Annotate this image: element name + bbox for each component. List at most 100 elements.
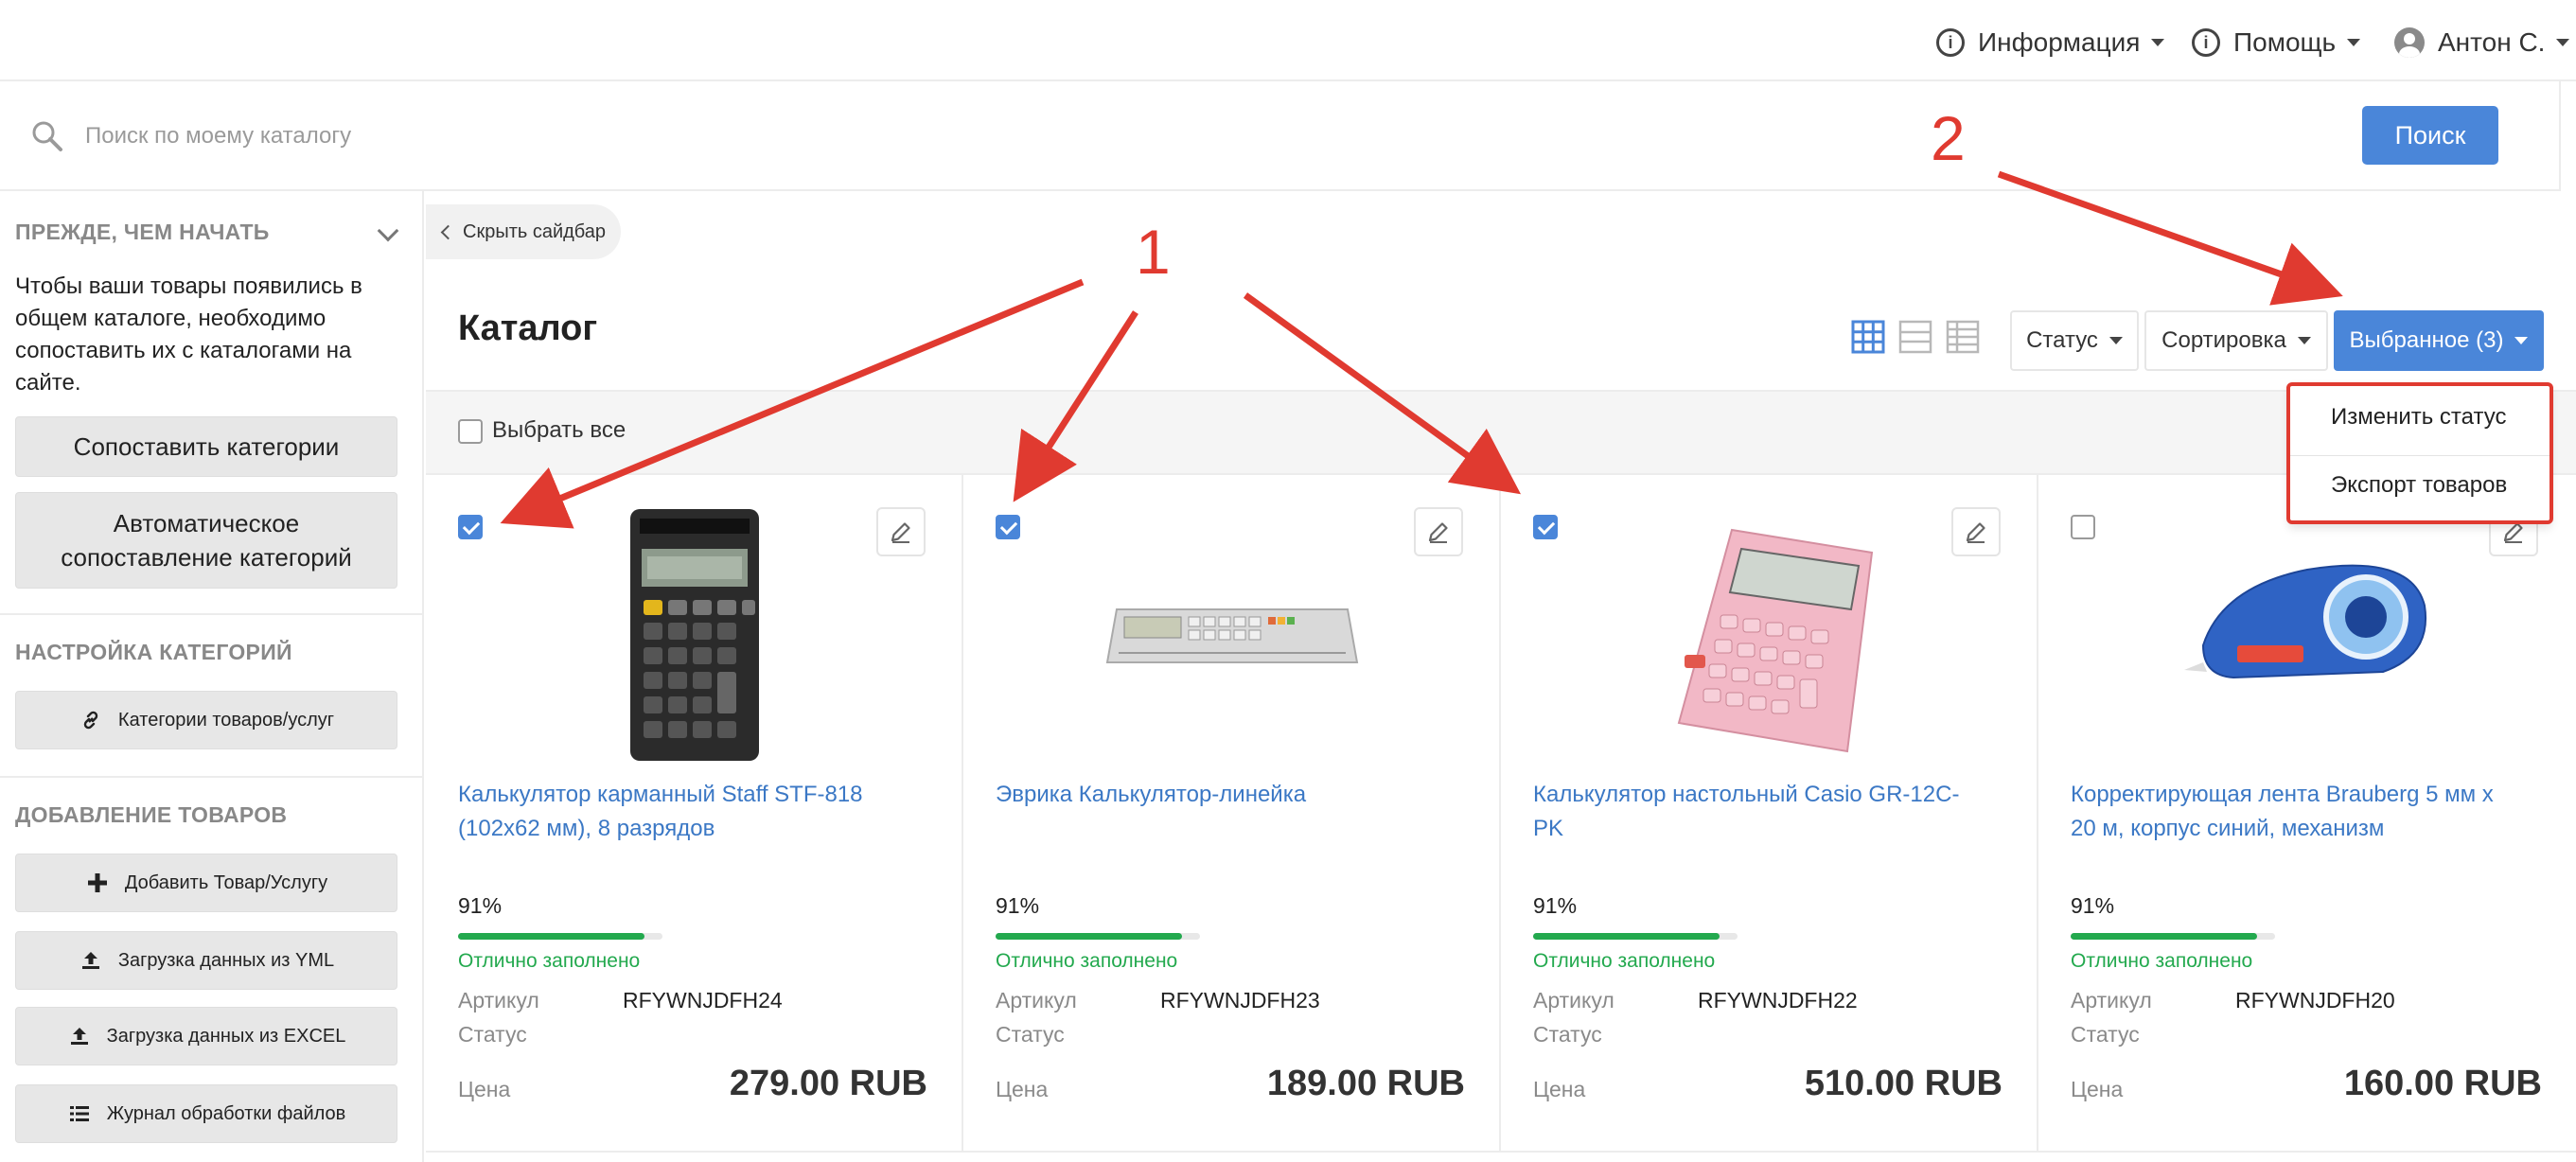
search-icon (32, 121, 62, 151)
list-icon (67, 1101, 92, 1126)
hide-sidebar-button[interactable]: Скрыть сайдбар (426, 204, 621, 259)
fill-progress-value (458, 933, 644, 940)
product-card: Эврика Калькулятор-линейка 91% Отлично з… (963, 475, 1501, 1153)
caret-down-icon (2347, 39, 2361, 46)
sku-value: RFYWNJDFH20 (2235, 988, 2395, 1012)
add-product-label: Добавить Товар/Услугу (124, 872, 328, 893)
list-view-icon[interactable] (1898, 320, 1932, 354)
pencil-icon (891, 522, 910, 543)
price-value: 279.00 RUB (729, 1064, 927, 1103)
avatar-icon (2394, 27, 2425, 58)
caret-down-icon (2108, 337, 2123, 344)
product-grid: Калькулятор карманный Staff STF-818 (102… (426, 475, 2576, 1162)
yml-upload-label: Загрузка данных из YML (117, 949, 335, 971)
status-label: Статус (2071, 1022, 2140, 1047)
add-product-button[interactable]: Добавить Товар/Услугу (15, 854, 397, 912)
price-label: Цена (996, 1077, 1049, 1101)
selected-items-button[interactable]: Выбранное (3) (2334, 310, 2544, 371)
file-log-label: Журнал обработки файлов (106, 1102, 346, 1124)
status-label: Статус (1533, 1022, 1602, 1047)
info-menu[interactable]: i Информация (1936, 23, 2165, 62)
status-filter-label: Статус (2026, 327, 2098, 353)
auto-match-categories-button[interactable]: Автоматическое сопоставление категорий (15, 492, 397, 589)
fill-progress-value (1533, 933, 1720, 940)
fill-progress-bar (2071, 933, 2275, 940)
help-menu[interactable]: i Помощь (2192, 23, 2361, 62)
status-label: Статус (996, 1022, 1065, 1047)
divider (2289, 455, 2550, 456)
product-categories-label: Категории товаров/услуг (117, 709, 335, 731)
product-checkbox[interactable] (458, 515, 483, 539)
product-title-link[interactable]: Калькулятор карманный Staff STF-818 (102… (458, 778, 903, 846)
price-value: 510.00 RUB (1804, 1064, 2003, 1103)
product-card: Корректирующая лента Brauberg 5 мм х 20 … (2038, 475, 2576, 1153)
match-categories-button[interactable]: Сопоставить категории (15, 416, 397, 477)
fill-progress-value (996, 933, 1182, 940)
search-input[interactable] (85, 110, 1505, 163)
fill-percent: 91% (996, 893, 1040, 918)
excel-upload-button[interactable]: Загрузка данных из EXCEL (15, 1007, 397, 1065)
link-icon (79, 708, 103, 732)
annotation-marker-1: 1 (1136, 217, 1171, 287)
fill-progress-bar (1533, 933, 1738, 940)
sidebar: ПРЕЖДЕ, ЧЕМ НАЧАТЬ Чтобы ваши товары поя… (0, 191, 424, 1162)
status-label: Статус (458, 1022, 527, 1047)
edit-button[interactable] (1951, 507, 2001, 556)
status-filter-button[interactable]: Статус (2010, 310, 2139, 371)
product-title-link[interactable]: Эврика Калькулятор-линейка (996, 778, 1440, 846)
caret-down-icon (2151, 39, 2165, 46)
sidebar-heading-add-products: ДОБАВЛЕНИЕ ТОВАРОВ (15, 802, 288, 827)
caret-down-icon (2556, 39, 2570, 46)
sku-value: RFYWNJDFH24 (623, 988, 783, 1012)
sidebar-heading-getting-started: ПРЕЖДЕ, ЧЕМ НАЧАТЬ (15, 220, 270, 244)
info-icon: i (2192, 28, 2220, 57)
sort-label: Сортировка (2161, 327, 2286, 353)
divider (0, 613, 422, 615)
price-label: Цена (2071, 1077, 2124, 1101)
product-categories-button[interactable]: Категории товаров/услуг (15, 691, 397, 749)
product-checkbox[interactable] (996, 515, 1020, 539)
product-checkbox[interactable] (1533, 515, 1558, 539)
change-status-menu-item[interactable]: Изменить статус (2331, 404, 2506, 431)
fill-status: Отлично заполнено (2071, 950, 2253, 972)
product-checkbox[interactable] (2071, 515, 2095, 539)
fill-percent: 91% (458, 893, 503, 918)
user-menu[interactable]: Антон С. (2394, 23, 2570, 62)
hide-sidebar-label: Скрыть сайдбар (463, 220, 607, 242)
annotation-marker-2: 2 (1931, 103, 1966, 173)
fill-percent: 91% (1533, 893, 1578, 918)
edit-button[interactable] (1414, 507, 1463, 556)
product-title-link[interactable]: Калькулятор настольный Casio GR-12C-PK (1533, 778, 1978, 846)
sku-label: Артикул (2071, 988, 2152, 1012)
selected-actions-dropdown: Изменить статус Экспорт товаров (2288, 384, 2551, 524)
price-label: Цена (1533, 1077, 1586, 1101)
fill-status: Отлично заполнено (458, 950, 641, 972)
excel-upload-label: Загрузка данных из EXCEL (106, 1025, 346, 1047)
divider (0, 776, 422, 778)
product-title-link[interactable]: Корректирующая лента Brauberg 5 мм х 20 … (2071, 778, 2515, 846)
product-image-correction-tape (2184, 564, 2426, 679)
sort-button[interactable]: Сортировка (2144, 310, 2328, 371)
grid-view-icon[interactable] (1851, 320, 1885, 354)
page-title: Каталог (458, 308, 598, 348)
price-value: 189.00 RUB (1266, 1064, 1465, 1103)
select-all-checkbox[interactable] (458, 419, 483, 444)
help-menu-label: Помощь (2233, 27, 2337, 57)
product-card: Калькулятор настольный Casio GR-12C-PK 9… (1501, 475, 2038, 1153)
sku-value: RFYWNJDFH23 (1160, 988, 1320, 1012)
caret-down-icon (2514, 337, 2529, 344)
sidebar-intro-text: Чтобы ваши товары появились в общем ката… (15, 273, 362, 396)
info-menu-label: Информация (1978, 27, 2141, 57)
auto-match-label: Автоматическое сопоставление категорий (61, 509, 352, 572)
file-log-button[interactable]: Журнал обработки файлов (15, 1084, 397, 1143)
search-button[interactable]: Поиск (2362, 106, 2498, 165)
yml-upload-button[interactable]: Загрузка данных из YML (15, 931, 397, 990)
chevron-down-icon[interactable] (377, 220, 399, 242)
table-view-icon[interactable] (1946, 320, 1980, 354)
info-icon: i (1936, 28, 1965, 57)
fill-progress-bar (996, 933, 1200, 940)
plus-icon (85, 871, 110, 895)
export-products-menu-item[interactable]: Экспорт товаров (2331, 472, 2507, 499)
edit-button[interactable] (876, 507, 926, 556)
top-bar: i Информация i Помощь Антон С. (0, 0, 2576, 81)
